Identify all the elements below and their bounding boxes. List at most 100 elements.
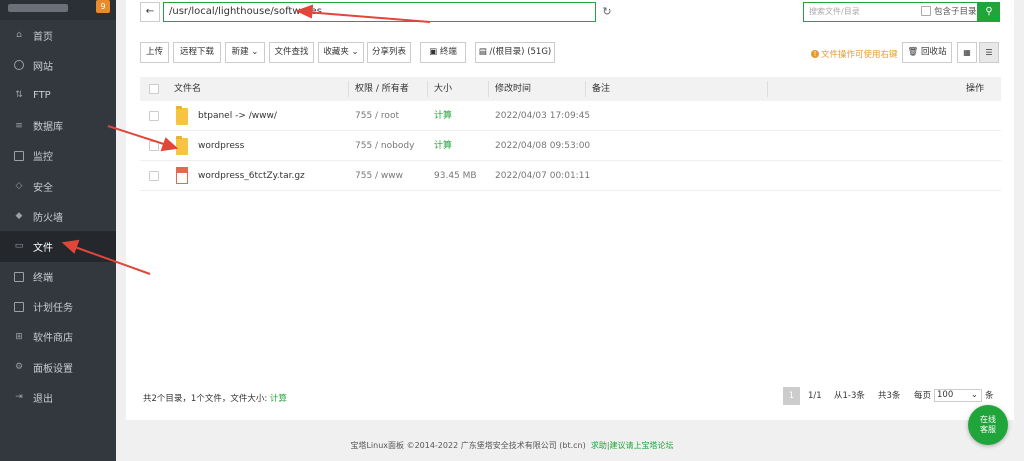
column-divider: [348, 81, 349, 97]
col-ops: 操作: [966, 84, 985, 94]
sidebar-item-store[interactable]: ⊞ 软件商店: [0, 322, 116, 352]
disk-icon: ▤: [478, 47, 490, 57]
sidebar-item-website[interactable]: 网站: [0, 50, 116, 80]
info-icon: !: [811, 50, 819, 58]
col-mtime[interactable]: 修改时间: [495, 77, 531, 101]
page-range: 从1-3条: [834, 391, 865, 401]
server-name-blurred: [8, 4, 68, 12]
select-all-checkbox[interactable]: [149, 84, 159, 94]
trash-icon: 🗑: [907, 47, 921, 57]
per-page-select[interactable]: 100 ⌄: [934, 389, 982, 402]
page-total: 1/1: [808, 391, 822, 401]
task-icon: [14, 301, 24, 312]
archive-icon: [176, 167, 188, 184]
col-permission[interactable]: 权限 / 所有者: [355, 77, 409, 101]
chevron-down-icon: ⌄: [348, 47, 359, 57]
sidebar-item-cron[interactable]: 计划任务: [0, 292, 116, 322]
forum-link[interactable]: 求助|建议请上宝塔论坛: [591, 441, 674, 450]
file-name[interactable]: wordpress_6tctZy.tar.gz: [198, 161, 305, 191]
chevron-down-icon: ⌄: [970, 390, 978, 400]
file-size: 93.45 MB: [434, 171, 477, 181]
sidebar: 9 ⌂ 首页 网站 ⇅ FTP ≡ 数据库 监控 ◇ 安全 ◆ 防火墙 ▭ 文件 终端 计划…: [0, 0, 116, 461]
file-size-calc-link[interactable]: 计算: [434, 101, 452, 131]
favorites-dropdown-button[interactable]: 收藏夹 ⌄: [318, 42, 364, 63]
include-subdir-checkbox[interactable]: 包含子目录: [921, 5, 977, 17]
col-note: 备注: [592, 84, 611, 94]
directory-summary: 共2个目录，1个文件，文件大小: 计算: [143, 394, 287, 404]
chevron-down-icon: ⌄: [248, 47, 259, 57]
page-button-current[interactable]: 1: [783, 387, 800, 405]
file-table-header: 文件名 权限 / 所有者 大小 修改时间 备注 操作: [140, 77, 1001, 101]
file-mtime: 2022/04/08 09:53:00: [495, 141, 591, 151]
file-search-button[interactable]: 文件查找: [269, 42, 314, 63]
sidebar-item-settings[interactable]: ⚙ 面板设置: [0, 352, 116, 382]
column-divider: [427, 81, 428, 97]
column-divider: [488, 81, 489, 97]
ftp-icon: ⇅: [15, 90, 23, 101]
row-checkbox[interactable]: [149, 141, 159, 151]
sidebar-item-firewall[interactable]: ◆ 防火墙: [0, 201, 116, 231]
settings-icon: ⚙: [14, 362, 24, 373]
file-permission[interactable]: 755 / nobody: [355, 131, 414, 161]
file-name[interactable]: btpanel -> /www/: [198, 101, 277, 131]
firewall-icon: ◆: [15, 211, 23, 222]
sidebar-item-ftp[interactable]: ⇅ FTP: [0, 80, 116, 110]
col-filename[interactable]: 文件名: [174, 77, 201, 101]
home-icon: ⌂: [16, 30, 22, 41]
sidebar-item-home[interactable]: ⌂ 首页: [0, 20, 116, 50]
recycle-bin-button[interactable]: 🗑 回收站: [902, 42, 952, 63]
notification-badge[interactable]: 9: [96, 0, 110, 13]
per-page-label: 每页: [914, 391, 932, 401]
right-click-tip: ! 文件操作可使用右键: [811, 48, 898, 60]
file-size-calc-link[interactable]: 计算: [434, 131, 452, 161]
copyright-footer: 宝塔Linux面板 ©2014-2022 广东堡塔安全技术有限公司 (bt.cn…: [350, 441, 674, 450]
table-row[interactable]: wordpress_6tctZy.tar.gz 755 / www 93.45 …: [140, 161, 1001, 191]
per-page-unit: 条: [985, 391, 994, 401]
refresh-icon[interactable]: ↻: [598, 2, 616, 22]
column-divider: [767, 81, 768, 97]
new-dropdown-button[interactable]: 新建 ⌄: [225, 42, 265, 63]
logout-icon: ⇥: [15, 392, 23, 403]
grid-view-icon[interactable]: ▦: [957, 42, 977, 63]
calc-size-link[interactable]: 计算: [270, 394, 287, 404]
search-button[interactable]: ⚲: [978, 2, 1000, 22]
globe-icon: [14, 60, 24, 71]
terminal-button[interactable]: ▣ 终端: [420, 42, 466, 63]
checkbox-icon: [921, 6, 931, 16]
file-mtime: 2022/04/07 00:01:11: [495, 171, 591, 181]
folder-icon: ▭: [14, 241, 24, 252]
back-button[interactable]: ←: [140, 2, 160, 22]
sidebar-header: 9: [0, 0, 116, 20]
file-permission[interactable]: 755 / www: [355, 161, 403, 191]
sidebar-item-security[interactable]: ◇ 安全: [0, 171, 116, 201]
row-checkbox[interactable]: [149, 111, 159, 121]
col-size[interactable]: 大小: [434, 77, 452, 101]
sidebar-item-monitor[interactable]: 监控: [0, 141, 116, 171]
sidebar-item-terminal[interactable]: 终端: [0, 262, 116, 292]
record-count: 共3条: [878, 391, 901, 401]
file-permission[interactable]: 755 / root: [355, 101, 399, 131]
upload-button[interactable]: 上传: [140, 42, 169, 63]
file-panel: [126, 0, 1014, 420]
row-checkbox[interactable]: [149, 171, 159, 181]
path-input[interactable]: /usr/local/lighthouse/softwares: [163, 2, 596, 22]
terminal-icon: [14, 271, 24, 282]
sidebar-item-logout[interactable]: ⇥ 退出: [0, 382, 116, 412]
folder-icon: [176, 136, 188, 155]
sidebar-item-database[interactable]: ≡ 数据库: [0, 111, 116, 141]
file-mtime: 2022/04/03 17:09:45: [495, 111, 591, 121]
sidebar-item-files[interactable]: ▭ 文件: [0, 231, 116, 262]
arrow-left-icon: ←: [145, 6, 155, 17]
folder-icon: [176, 106, 188, 125]
terminal-icon: ▣: [429, 47, 440, 57]
store-icon: ⊞: [15, 331, 23, 342]
disk-button[interactable]: ▤ /(根目录) (51G): [475, 42, 555, 63]
database-icon: ≡: [15, 120, 23, 131]
table-row[interactable]: wordpress 755 / nobody 计算 2022/04/08 09:…: [140, 131, 1001, 161]
online-service-button[interactable]: 在线 客服: [968, 405, 1008, 445]
remote-download-button[interactable]: 远程下载: [173, 42, 221, 63]
file-name[interactable]: wordpress: [198, 131, 244, 161]
table-row[interactable]: btpanel -> /www/ 755 / root 计算 2022/04/0…: [140, 101, 1001, 131]
list-view-icon[interactable]: ☰: [979, 42, 999, 63]
share-list-button[interactable]: 分享列表: [367, 42, 411, 63]
